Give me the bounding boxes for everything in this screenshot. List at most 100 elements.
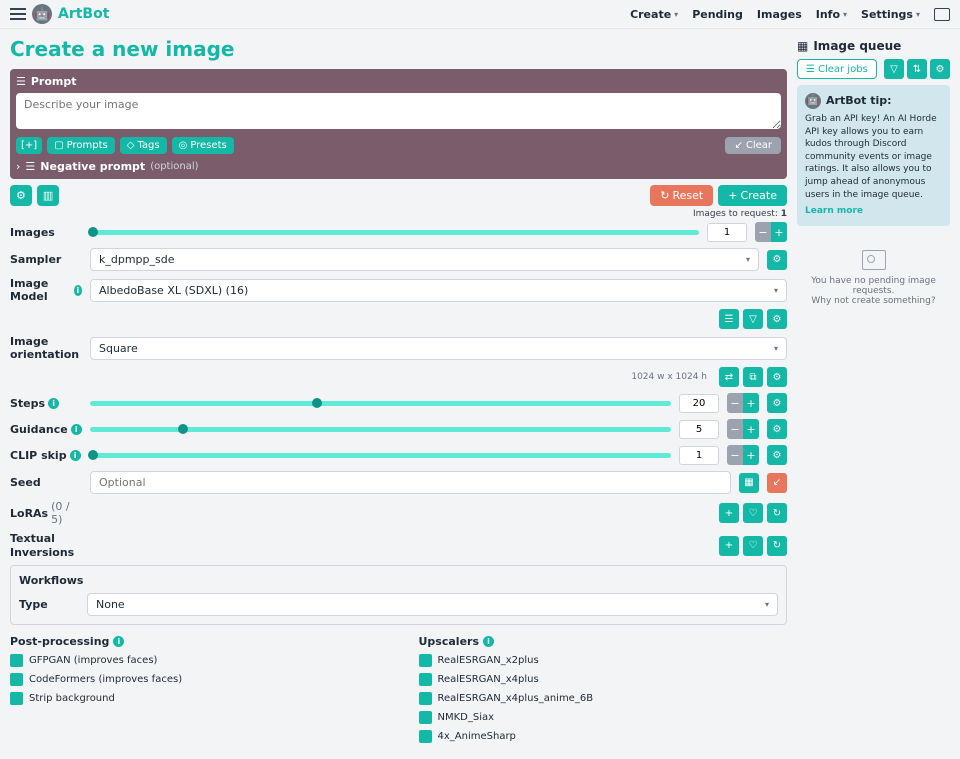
queue-icon: ▦: [797, 39, 808, 53]
sampler-select[interactable]: k_dpmpp_sde▾: [90, 248, 759, 271]
loras-history-button[interactable]: ↻: [767, 503, 787, 523]
nav-settings[interactable]: Settings▾: [861, 8, 920, 21]
lines-icon: ☰: [16, 75, 26, 88]
queue-sort-button[interactable]: ⇅: [907, 59, 927, 79]
brand-name[interactable]: ArtBot: [58, 6, 109, 22]
checkbox[interactable]: [419, 654, 432, 667]
clip-dec[interactable]: −: [727, 445, 743, 465]
model-list-button[interactable]: ☰: [719, 309, 739, 329]
queue-filter-button[interactable]: ▽: [884, 59, 904, 79]
model-settings-button[interactable]: ⚙: [767, 309, 787, 329]
chevron-right-icon[interactable]: ›: [16, 160, 20, 173]
guidance-input[interactable]: [679, 420, 719, 439]
prompts-button[interactable]: ▢Prompts: [47, 137, 115, 154]
postprocessing-title: Post-processingi: [10, 635, 379, 648]
seed-input[interactable]: [90, 471, 731, 494]
guidance-dec[interactable]: −: [727, 419, 743, 439]
ti-history-button[interactable]: ↻: [767, 536, 787, 556]
nav-pending[interactable]: Pending: [692, 8, 743, 21]
menu-icon[interactable]: [10, 8, 26, 20]
steps-settings-button[interactable]: ⚙: [767, 393, 787, 413]
settings-button[interactable]: ⚙: [10, 185, 32, 206]
steps-label: Stepsi: [10, 397, 82, 410]
ti-fav-button[interactable]: ♡: [743, 536, 763, 556]
link-button[interactable]: ⧉: [743, 367, 763, 387]
seed-clear-button[interactable]: ↙: [767, 473, 787, 493]
ti-add-button[interactable]: +: [719, 536, 739, 556]
nav-create[interactable]: Create▾: [630, 8, 678, 21]
preset-icon: ◎: [179, 140, 188, 151]
images-dec[interactable]: −: [755, 222, 771, 242]
steps-slider[interactable]: [90, 401, 671, 406]
optional-label: (optional): [150, 161, 198, 172]
loras-fav-button[interactable]: ♡: [743, 503, 763, 523]
reset-icon: ↻: [660, 189, 669, 202]
empty-line1: You have no pending image requests.: [797, 276, 950, 296]
checkbox-label: RealESRGAN_x4plus_anime_6B: [438, 693, 594, 704]
info-icon[interactable]: i: [483, 636, 494, 647]
image-button[interactable]: ▥: [37, 185, 59, 206]
steps-dec[interactable]: −: [727, 393, 743, 413]
prompt-input[interactable]: [16, 93, 781, 129]
queue-settings-button[interactable]: ⚙: [930, 59, 950, 79]
clip-slider[interactable]: [90, 453, 671, 458]
checkbox-label: Strip background: [29, 693, 115, 704]
checkbox[interactable]: [419, 692, 432, 705]
checkbox[interactable]: [419, 673, 432, 686]
clip-inc[interactable]: +: [743, 445, 759, 465]
monitor-icon[interactable]: [934, 8, 950, 21]
steps-inc[interactable]: +: [743, 393, 759, 413]
info-icon[interactable]: i: [70, 450, 81, 461]
plus-icon: +: [728, 189, 737, 202]
clear-prompt-button[interactable]: ↙Clear: [725, 137, 781, 154]
clip-settings-button[interactable]: ⚙: [767, 445, 787, 465]
orientation-settings-button[interactable]: ⚙: [767, 367, 787, 387]
chevron-down-icon: ▾: [843, 10, 847, 19]
clip-input[interactable]: [679, 446, 719, 465]
checkbox[interactable]: [10, 673, 23, 686]
guidance-inc[interactable]: +: [743, 419, 759, 439]
model-filter-button[interactable]: ▽: [743, 309, 763, 329]
nav-images[interactable]: Images: [757, 8, 802, 21]
shuffle-button[interactable]: ⇄: [719, 367, 739, 387]
reset-button[interactable]: ↻Reset: [650, 185, 713, 206]
seed-random-button[interactable]: ▦: [739, 473, 759, 493]
guidance-slider[interactable]: [90, 427, 671, 432]
checkbox[interactable]: [10, 654, 23, 667]
info-icon[interactable]: i: [48, 398, 59, 409]
guidance-settings-button[interactable]: ⚙: [767, 419, 787, 439]
loras-add-button[interactable]: +: [719, 503, 739, 523]
checkbox[interactable]: [419, 711, 432, 724]
type-label: Type: [19, 598, 79, 611]
expand-prompt-button[interactable]: [+]: [16, 137, 42, 154]
images-slider[interactable]: [90, 230, 699, 235]
images-input[interactable]: [707, 223, 747, 242]
steps-input[interactable]: [679, 394, 719, 413]
guidance-label: Guidancei: [10, 423, 82, 436]
checkbox[interactable]: [10, 692, 23, 705]
info-icon[interactable]: i: [74, 285, 82, 296]
workflows-label: Workflows: [19, 574, 778, 587]
lines-icon: ☰: [25, 160, 35, 173]
negative-prompt-label[interactable]: Negative prompt: [40, 160, 145, 173]
workflow-type-select[interactable]: None▾: [87, 593, 778, 616]
checkbox[interactable]: [419, 730, 432, 743]
ti-label: Textual Inversions: [10, 532, 82, 558]
learn-more-link[interactable]: Learn more: [805, 205, 942, 218]
tags-button[interactable]: ◇Tags: [120, 137, 167, 154]
clear-jobs-button[interactable]: ☰Clear jobs: [797, 59, 877, 79]
images-inc[interactable]: +: [771, 222, 787, 242]
tip-panel: 🤖ArtBot tip: Grab an API key! An AI Hord…: [797, 85, 950, 226]
nav-info[interactable]: Info▾: [816, 8, 847, 21]
empty-line2: Why not create something?: [797, 296, 950, 306]
create-button[interactable]: +Create: [718, 185, 787, 206]
model-select[interactable]: AlbedoBase XL (SDXL) (16)▾: [90, 279, 787, 302]
orientation-select[interactable]: Square▾: [90, 337, 787, 360]
checkbox-label: RealESRGAN_x4plus: [438, 674, 539, 685]
dimensions: 1024 w x 1024 h: [631, 372, 707, 382]
sampler-settings-button[interactable]: ⚙: [767, 250, 787, 270]
info-icon[interactable]: i: [113, 636, 124, 647]
chevron-down-icon: ▾: [674, 10, 678, 19]
info-icon[interactable]: i: [71, 424, 82, 435]
presets-button[interactable]: ◎Presets: [172, 137, 234, 154]
